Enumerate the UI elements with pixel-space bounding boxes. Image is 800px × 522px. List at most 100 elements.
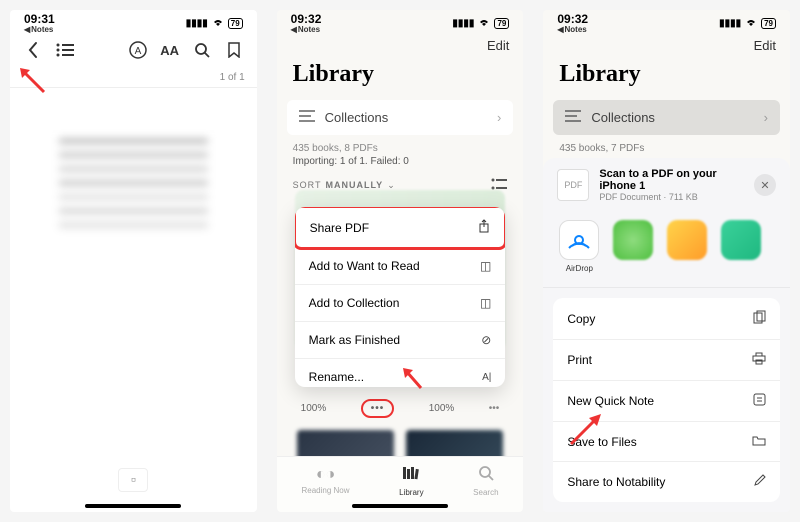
- more-button[interactable]: •••: [361, 399, 395, 418]
- scrubber-icon[interactable]: ▫: [118, 468, 148, 492]
- back-to-app[interactable]: ◀ Notes: [557, 25, 586, 34]
- library-stats: 435 books, 8 PDFs: [277, 135, 524, 154]
- percent-row: 100% ••• 100% •••: [277, 395, 524, 418]
- page-content-blurred: [40, 128, 227, 268]
- battery-indicator: 79: [228, 18, 243, 29]
- collection-icon: ◫: [480, 296, 491, 310]
- status-right: ▮▮▮▮ 79: [719, 17, 776, 30]
- share-app-generic[interactable]: [719, 220, 763, 273]
- status-time: 09:32: [557, 12, 588, 26]
- share-app-generic[interactable]: [611, 220, 655, 273]
- search-icon[interactable]: [193, 41, 211, 59]
- action-quick-note[interactable]: New Quick Note: [553, 381, 780, 422]
- share-doc-title: Scan to a PDF on your iPhone 1: [599, 168, 744, 192]
- edit-button[interactable]: Edit: [754, 38, 776, 53]
- battery-indicator: 79: [761, 18, 776, 29]
- share-sheet: PDF Scan to a PDF on your iPhone 1 PDF D…: [543, 158, 790, 512]
- sort-button[interactable]: SORT MANUALLY ⌄: [293, 180, 396, 191]
- search-icon: [478, 465, 494, 486]
- home-indicator: [85, 504, 181, 508]
- tab-label: Library: [399, 488, 423, 497]
- action-print[interactable]: Print: [553, 340, 780, 381]
- status-time: 09:32: [291, 12, 322, 26]
- wifi-icon: [212, 17, 224, 30]
- screen-library-menu: 09:32 ◀ Notes ▮▮▮▮ 79 Edit Library Colle…: [277, 10, 524, 512]
- context-menu: Share PDF Add to Want to Read ◫ Add to C…: [295, 207, 506, 387]
- finished-icon: ⊘: [481, 333, 491, 347]
- status-bar: 09:32 ◀ Notes ▮▮▮▮ 79: [543, 10, 790, 32]
- wifi-icon: [745, 17, 757, 30]
- page-title: Library: [277, 53, 524, 100]
- menu-add-collection[interactable]: Add to Collection ◫: [295, 285, 506, 322]
- percent-right: 100%: [429, 403, 455, 414]
- tab-library[interactable]: Library: [399, 465, 423, 497]
- tab-label: Search: [473, 488, 498, 497]
- airdrop-icon: [559, 220, 599, 260]
- status-right: ▮▮▮▮ 79: [186, 17, 243, 30]
- edit-button[interactable]: Edit: [487, 38, 509, 53]
- share-app-airdrop[interactable]: AirDrop: [557, 220, 601, 273]
- sort-value: MANUALLY: [326, 180, 384, 190]
- reader-page-body[interactable]: [10, 88, 257, 512]
- menu-share-pdf[interactable]: Share PDF: [295, 207, 506, 250]
- screen-share-sheet: 09:32 ◀ Notes ▮▮▮▮ 79 Edit Library Colle…: [543, 10, 790, 512]
- percent-left: 100%: [301, 403, 327, 414]
- collections-row[interactable]: Collections ›: [287, 100, 514, 135]
- action-label: Print: [567, 353, 592, 367]
- share-icon: [478, 219, 490, 236]
- list-icon: [299, 110, 315, 125]
- back-button[interactable]: [24, 41, 42, 59]
- share-actions: Copy Print New Quick Note Save to Files: [553, 298, 780, 502]
- collections-label: Collections: [325, 110, 389, 125]
- screen-reader: 09:31 ◀ Notes ▮▮▮▮ 79 A AA: [10, 10, 257, 512]
- app-icon-blurred: [613, 220, 653, 260]
- action-save-files[interactable]: Save to Files: [553, 422, 780, 462]
- status-bar: 09:32 ◀ Notes ▮▮▮▮ 79: [277, 10, 524, 32]
- font-size-icon[interactable]: AA: [161, 41, 179, 59]
- share-app-label: AirDrop: [566, 264, 593, 273]
- page-count: 1 of 1: [10, 68, 257, 88]
- share-apps-row[interactable]: AirDrop: [543, 212, 790, 288]
- back-app-label: Notes: [565, 25, 587, 34]
- chevron-down-icon: ⌄: [387, 180, 396, 191]
- glasses-icon: ◐◑: [316, 466, 335, 484]
- action-label: Copy: [567, 312, 595, 326]
- battery-indicator: 79: [494, 18, 509, 29]
- menu-mark-finished[interactable]: Mark as Finished ⊘: [295, 322, 506, 359]
- print-icon: [752, 352, 766, 368]
- menu-want-to-read[interactable]: Add to Want to Read ◫: [295, 248, 506, 285]
- action-label: Save to Files: [567, 435, 636, 449]
- rename-icon: A|: [482, 372, 491, 383]
- appearance-icon[interactable]: A: [129, 41, 147, 59]
- collections-row[interactable]: Collections ›: [553, 100, 780, 135]
- menu-rename[interactable]: Rename... A|: [295, 359, 506, 387]
- signal-icon: ▮▮▮▮: [452, 18, 474, 29]
- folder-icon: [752, 434, 766, 449]
- document-icon: PDF: [557, 169, 589, 201]
- copy-icon: [753, 310, 766, 327]
- home-indicator: [352, 504, 448, 508]
- action-label: New Quick Note: [567, 394, 654, 408]
- status-right: ▮▮▮▮ 79: [452, 17, 509, 30]
- tab-search[interactable]: Search: [473, 465, 498, 497]
- chevron-right-icon: ›: [497, 110, 501, 125]
- app-icon-blurred: [667, 220, 707, 260]
- toc-icon[interactable]: [56, 41, 74, 59]
- bookmark-icon[interactable]: [225, 41, 243, 59]
- signal-icon: ▮▮▮▮: [186, 18, 208, 29]
- menu-label: Mark as Finished: [309, 333, 400, 347]
- menu-label: Rename...: [309, 370, 364, 384]
- status-time: 09:31: [24, 12, 55, 26]
- pencil-icon: [753, 474, 766, 490]
- share-app-generic[interactable]: [665, 220, 709, 273]
- status-bar: 09:31 ◀ Notes ▮▮▮▮ 79: [10, 10, 257, 32]
- chevron-right-icon: ›: [764, 110, 768, 125]
- share-doc-subtitle: PDF Document · 711 KB: [599, 192, 744, 202]
- action-share-notability[interactable]: Share to Notability: [553, 462, 780, 502]
- app-icon-blurred: [721, 220, 761, 260]
- more-icon-right[interactable]: •••: [489, 403, 500, 414]
- action-copy[interactable]: Copy: [553, 298, 780, 340]
- close-button[interactable]: ✕: [754, 174, 776, 196]
- tab-label: Reading Now: [301, 486, 349, 495]
- tab-reading-now[interactable]: ◐◑ Reading Now: [301, 466, 349, 495]
